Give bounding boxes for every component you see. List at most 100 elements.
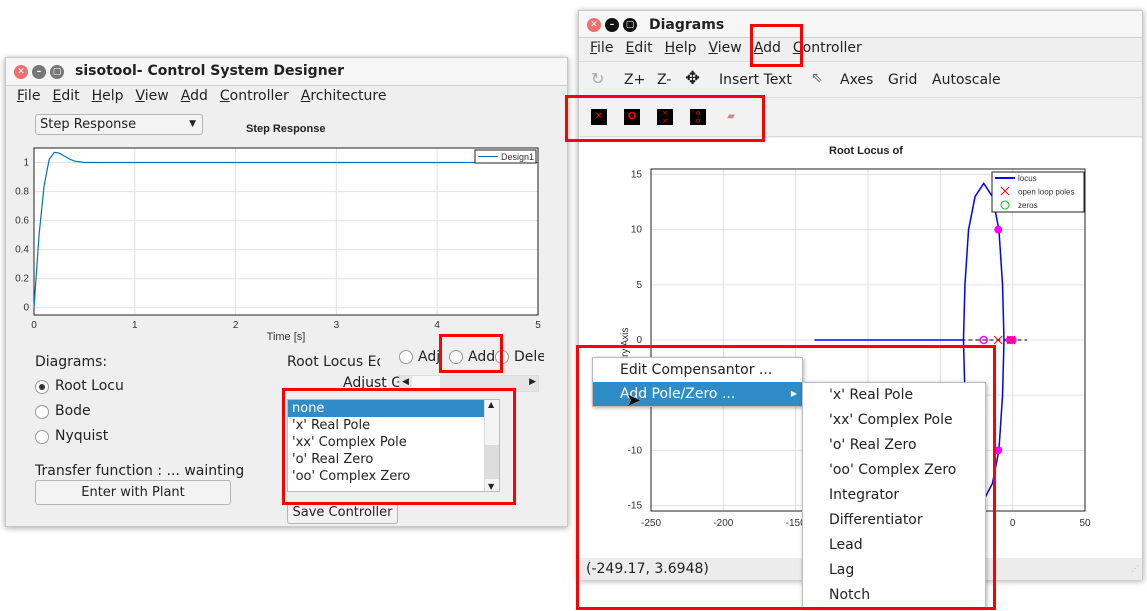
resize-grip-icon[interactable]: ⋰: [1131, 564, 1139, 573]
real-pole-icon[interactable]: ✕: [591, 109, 607, 125]
closed-loop-pole-marker: [994, 225, 1003, 234]
scroll-thumb[interactable]: [485, 445, 499, 479]
menu-controller[interactable]: Controller: [214, 86, 295, 106]
y-tick-label: 0: [23, 303, 29, 314]
step-response-plot[interactable]: 0 1 2 3 4 5 0 0.2 0.4 0.6 0.8 1 Design1 Time [s]: [0, 140, 570, 345]
chevron-right-icon: ▶: [790, 389, 797, 398]
radio-bode[interactable]: [35, 405, 49, 419]
pan-icon[interactable]: ✥: [685, 68, 700, 89]
submenu-item[interactable]: Lead: [803, 533, 985, 558]
y-tick-label: 5: [636, 280, 642, 291]
step-response-title: Step Response: [246, 123, 326, 135]
menu-edit-compensator[interactable]: Edit Compensantor ...: [593, 358, 802, 382]
menu-view[interactable]: View: [703, 38, 748, 58]
window-title: Diagrams: [649, 17, 725, 33]
enter-with-plant-button[interactable]: Enter with Plant: [35, 480, 231, 505]
menu-file[interactable]: File: [584, 38, 619, 58]
submenu-item[interactable]: Notch: [803, 583, 985, 608]
y-tick-label: 1: [23, 158, 29, 169]
toolbar: ↻ Z+ Z- ✥ Insert Text ⇖ Axes Grid Autosc…: [579, 61, 1142, 98]
close-icon[interactable]: ✕: [14, 65, 28, 79]
slider-right-arrow[interactable]: ▶: [529, 377, 536, 387]
legend-label: locus: [1018, 174, 1037, 183]
insert-text-button[interactable]: Insert Text: [719, 72, 792, 88]
submenu-item[interactable]: Differentiator: [803, 508, 985, 533]
root-locus-editor-label: Root Locus Ed: [287, 354, 380, 370]
plot-axes: [33, 147, 539, 316]
y-tick-label: 0.8: [15, 187, 29, 198]
x-tick-label: 2: [233, 320, 239, 331]
submenu-item[interactable]: 'x' Real Pole: [803, 383, 985, 408]
radio-add[interactable]: [449, 350, 463, 364]
menu-view[interactable]: View: [130, 86, 175, 106]
menu-add[interactable]: Add: [748, 38, 787, 58]
radio-nyquist[interactable]: [35, 430, 49, 444]
real-zero-icon[interactable]: O: [624, 109, 640, 125]
complex-zero-icon[interactable]: oo: [690, 109, 706, 125]
closed-loop-pole-marker: [1008, 336, 1017, 344]
minimize-icon[interactable]: –: [32, 65, 46, 79]
menu-file[interactable]: File: [11, 86, 46, 106]
menu-bar: File Edit Help View Add Controller Archi…: [11, 86, 567, 106]
grid-button[interactable]: Grid: [888, 72, 917, 88]
radio-root-locus[interactable]: [35, 380, 49, 394]
autoscale-button[interactable]: Autoscale: [932, 72, 1001, 88]
pole-zero-listbox[interactable]: none'x' Real Pole'xx' Complex Pole'o' Re…: [287, 399, 500, 492]
submenu-item[interactable]: 'o' Real Zero: [803, 433, 985, 458]
menu-add-pole-zero[interactable]: Add Pole/Zero ... ▶: [593, 382, 802, 406]
x-tick-label: -200: [713, 518, 733, 529]
submenu-item[interactable]: 'xx' Complex Pole: [803, 408, 985, 433]
y-tick-label: -10: [628, 445, 643, 456]
menu-help[interactable]: Help: [659, 38, 703, 58]
listbox-scrollbar[interactable]: ▲ ▼: [484, 400, 499, 491]
menu-edit[interactable]: Edit: [46, 86, 85, 106]
rotate-icon[interactable]: ↻: [591, 69, 604, 88]
submenu-item[interactable]: Lag: [803, 558, 985, 583]
minimize-icon[interactable]: –: [605, 18, 619, 32]
maximize-icon[interactable]: ▢: [623, 18, 637, 32]
title-bar: ✕ – ▢ Diagrams: [579, 11, 1142, 38]
listbox-item[interactable]: 'xx' Complex Pole: [288, 434, 485, 451]
plot-type-select[interactable]: Step Response ▼: [35, 114, 203, 135]
y-tick-label: 15: [631, 170, 643, 181]
menu-architecture[interactable]: Architecture: [295, 86, 393, 106]
menu-controller[interactable]: Controller: [787, 38, 868, 58]
close-icon[interactable]: ✕: [587, 18, 601, 32]
listbox-item[interactable]: 'o' Real Zero: [288, 451, 485, 468]
radio-adjust[interactable]: [399, 350, 413, 364]
x-tick-label: 4: [434, 320, 440, 331]
y-tick-label: 0.2: [15, 274, 29, 285]
listbox-item[interactable]: none: [288, 400, 485, 417]
listbox-item[interactable]: 'x' Real Pole: [288, 417, 485, 434]
pole-zero-submenu: 'x' Real Pole'xx' Complex Pole'o' Real Z…: [802, 382, 986, 608]
scroll-down-icon[interactable]: ▼: [488, 482, 494, 491]
y-tick-label: 0: [636, 335, 642, 346]
root-locus-title: Root Locus of: [829, 145, 903, 157]
menu-edit[interactable]: Edit: [619, 38, 658, 58]
gain-slider[interactable]: ◀ ▶: [399, 375, 539, 392]
zoom-out-button[interactable]: Z-: [657, 72, 671, 88]
radio-delete[interactable]: [495, 350, 509, 364]
x-tick-label: 5: [535, 320, 541, 331]
eraser-icon[interactable]: ▰: [723, 109, 739, 125]
listbox-item[interactable]: 'oo' Complex Zero: [288, 468, 485, 485]
axes-button[interactable]: Axes: [840, 72, 873, 88]
y-tick-label: 10: [631, 225, 643, 236]
complex-pole-icon[interactable]: × ×: [657, 109, 673, 125]
listbox-items: none'x' Real Pole'xx' Complex Pole'o' Re…: [288, 400, 485, 485]
menu-help[interactable]: Help: [86, 86, 130, 106]
menu-add[interactable]: Add: [175, 86, 214, 106]
submenu-item[interactable]: Integrator: [803, 483, 985, 508]
menu-bar: File Edit Help View Add Controller: [584, 38, 1142, 58]
slider-left-arrow[interactable]: ◀: [402, 377, 409, 387]
submenu-item[interactable]: 'oo' Complex Zero: [803, 458, 985, 483]
radio-add-label: Add: [468, 349, 496, 365]
x-tick-label: 0: [1010, 518, 1016, 529]
save-controller-button[interactable]: Save Controller: [287, 502, 398, 524]
maximize-icon[interactable]: ▢: [50, 65, 64, 79]
pointer-icon[interactable]: ⇖: [811, 70, 823, 86]
scroll-up-icon[interactable]: ▲: [488, 400, 494, 409]
slider-thumb[interactable]: [412, 376, 440, 391]
zoom-in-button[interactable]: Z+: [624, 72, 645, 88]
radio-adjust-label: Adj: [418, 349, 440, 365]
